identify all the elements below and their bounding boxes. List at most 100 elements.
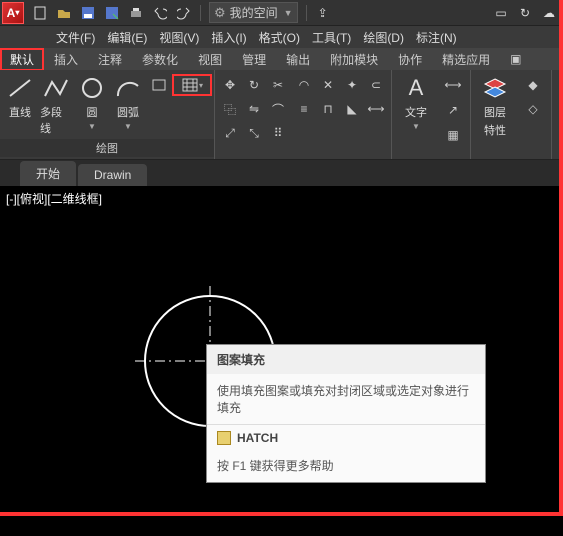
text-button[interactable]: A 文字 ▼ [396,74,436,131]
sync-icon[interactable]: ↻ [516,4,534,22]
tooltip-help: 按 F1 键获得更多帮助 [207,451,485,482]
saveas-icon[interactable] [103,4,121,22]
mirror-icon[interactable]: ⇋ [243,98,265,120]
chevron-down-icon: ▼ [284,8,293,18]
tooltip-title: 图案填充 [207,345,485,374]
highlight-border [559,0,563,516]
line-button[interactable]: 直线 [4,74,36,120]
command-icon [217,431,231,445]
copy-icon[interactable]: ⿻ [219,98,241,120]
leader-icon[interactable]: ↗ [440,99,466,121]
polyline-button[interactable]: 多段线 [40,74,72,136]
explode-icon[interactable]: ✦ [341,74,363,96]
arc-icon [112,74,144,102]
stretch-icon[interactable]: ⤢ [219,122,241,144]
trim-icon[interactable]: ✂ [267,74,289,96]
break-icon[interactable]: ⊓ [317,98,339,120]
filetab-drawing[interactable]: Drawin [78,164,147,186]
join-icon[interactable]: ⊂ [365,74,387,96]
drawing-canvas[interactable]: [-][俯视][二维线框] 图案填充 使用填充图案或填充对封闭区域或选定对象进行… [0,186,563,536]
hatch-button[interactable]: ▾ [172,74,212,96]
layers-icon [479,74,511,102]
menu-draw[interactable]: 绘图(D) [357,27,410,48]
ribbon: 直线 多段线 圆 ▼ 圆弧 ▼ ▾ [0,70,563,160]
line-icon [4,74,36,102]
tab-collab[interactable]: 协作 [388,48,432,71]
layer-iso-icon[interactable]: ◇ [519,98,547,120]
tab-expand[interactable]: ▣ [500,49,531,69]
panel-layers: 图层 特性 ◆ ◇ [471,70,552,159]
tab-parametric[interactable]: 参数化 [132,48,188,71]
workspace-dropdown[interactable]: ⚙ 我的空间 ▼ [209,2,298,23]
tab-default[interactable]: 默认 [0,48,44,71]
undo-icon[interactable] [151,4,169,22]
table-icon[interactable]: ▦ [440,124,466,146]
menu-dim[interactable]: 标注(N) [410,27,463,48]
panel-modify: ✥ ↻ ✂ ⿻ ⇋ ⌒ ⤢ ⤡ ⠿ ◠ ✕ ✦ ⊂ ≡ ⊓ ◣ ⟷ [215,70,392,159]
chamfer-icon[interactable]: ◣ [341,98,363,120]
panel-annotation: A 文字 ▼ ⟷ ↗ ▦ [392,70,471,159]
redo-icon[interactable] [175,4,193,22]
menu-file[interactable]: 文件(F) [50,27,101,48]
menu-format[interactable]: 格式(O) [253,27,306,48]
highlight-border [0,512,563,516]
gear-icon: ⚙ [214,5,226,21]
modify-grid: ✥ ↻ ✂ ⿻ ⇋ ⌒ ⤢ ⤡ ⠿ [219,74,289,144]
panel-label-draw[interactable]: 绘图 [0,139,214,157]
tab-view[interactable]: 视图 [188,48,232,71]
layer-props-button[interactable]: 图层 特性 [475,74,515,138]
menu-tools[interactable]: 工具(T) [306,27,357,48]
text-icon: A [400,74,432,102]
dimension-icon[interactable]: ⟷ [440,74,466,96]
device-icon[interactable]: ▭ [492,4,510,22]
document-tabs: 开始 Drawin [0,160,563,186]
tooltip-description: 使用填充图案或填充对封闭区域或选定对象进行填充 [207,374,485,425]
arc-button[interactable]: 圆弧 ▼ [112,74,144,131]
menu-view[interactable]: 视图(V) [153,27,205,48]
rotate-icon[interactable]: ↻ [243,74,265,96]
array-icon[interactable]: ⠿ [267,122,289,144]
polyline-icon [40,74,72,102]
fillet-icon[interactable]: ⌒ [267,98,289,120]
scale-icon[interactable]: ⤡ [243,122,265,144]
open-icon[interactable] [55,4,73,22]
chevron-down-icon: ▼ [412,122,420,131]
tab-output[interactable]: 输出 [276,48,320,71]
offset-icon[interactable]: ◠ [293,74,315,96]
layer-state-icon[interactable]: ◆ [519,74,547,96]
lengthen-icon[interactable]: ⟷ [365,98,387,120]
title-bar: A▾ ⚙ 我的空间 ▼ ⇪ ▭ ↻ ☁ [0,0,563,26]
view-label[interactable]: [-][俯视][二维线框] [6,190,102,207]
new-icon[interactable] [31,4,49,22]
tab-insert[interactable]: 插入 [44,48,88,71]
circle-button[interactable]: 圆 ▼ [76,74,108,131]
move-icon[interactable]: ✥ [219,74,241,96]
align-icon[interactable]: ≡ [293,98,315,120]
tooltip: 图案填充 使用填充图案或填充对封闭区域或选定对象进行填充 HATCH 按 F1 … [206,344,486,483]
tab-manage[interactable]: 管理 [232,48,276,71]
separator [200,5,201,21]
modify-grid2: ◠ ✕ ✦ ⊂ ≡ ⊓ ◣ ⟷ [293,74,387,120]
rect-icon[interactable] [148,74,170,96]
chevron-down-icon: ▼ [124,122,132,131]
chevron-down-icon: ▾ [199,81,203,90]
ribbon-tabs: 默认 插入 注释 参数化 视图 管理 输出 附加模块 协作 精选应用 ▣ [0,48,563,70]
tab-addins[interactable]: 附加模块 [320,48,388,71]
cloud-icon[interactable]: ☁ [540,4,558,22]
share-icon[interactable]: ⇪ [314,4,332,22]
tab-featured[interactable]: 精选应用 [432,48,500,71]
menu-edit[interactable]: 编辑(E) [101,27,153,48]
separator [306,5,307,21]
tab-annotate[interactable]: 注释 [88,48,132,71]
tooltip-command: HATCH [207,425,485,451]
menu-insert[interactable]: 插入(I) [205,27,252,48]
menu-bar: 文件(F) 编辑(E) 视图(V) 插入(I) 格式(O) 工具(T) 绘图(D… [0,26,563,48]
panel-draw: 直线 多段线 圆 ▼ 圆弧 ▼ ▾ [0,70,215,159]
app-menu-button[interactable]: A▾ [2,2,24,24]
chevron-down-icon: ▼ [88,122,96,131]
circle-icon [76,74,108,102]
erase-icon[interactable]: ✕ [317,74,339,96]
filetab-start[interactable]: 开始 [20,161,76,186]
print-icon[interactable] [127,4,145,22]
save-icon[interactable] [79,4,97,22]
